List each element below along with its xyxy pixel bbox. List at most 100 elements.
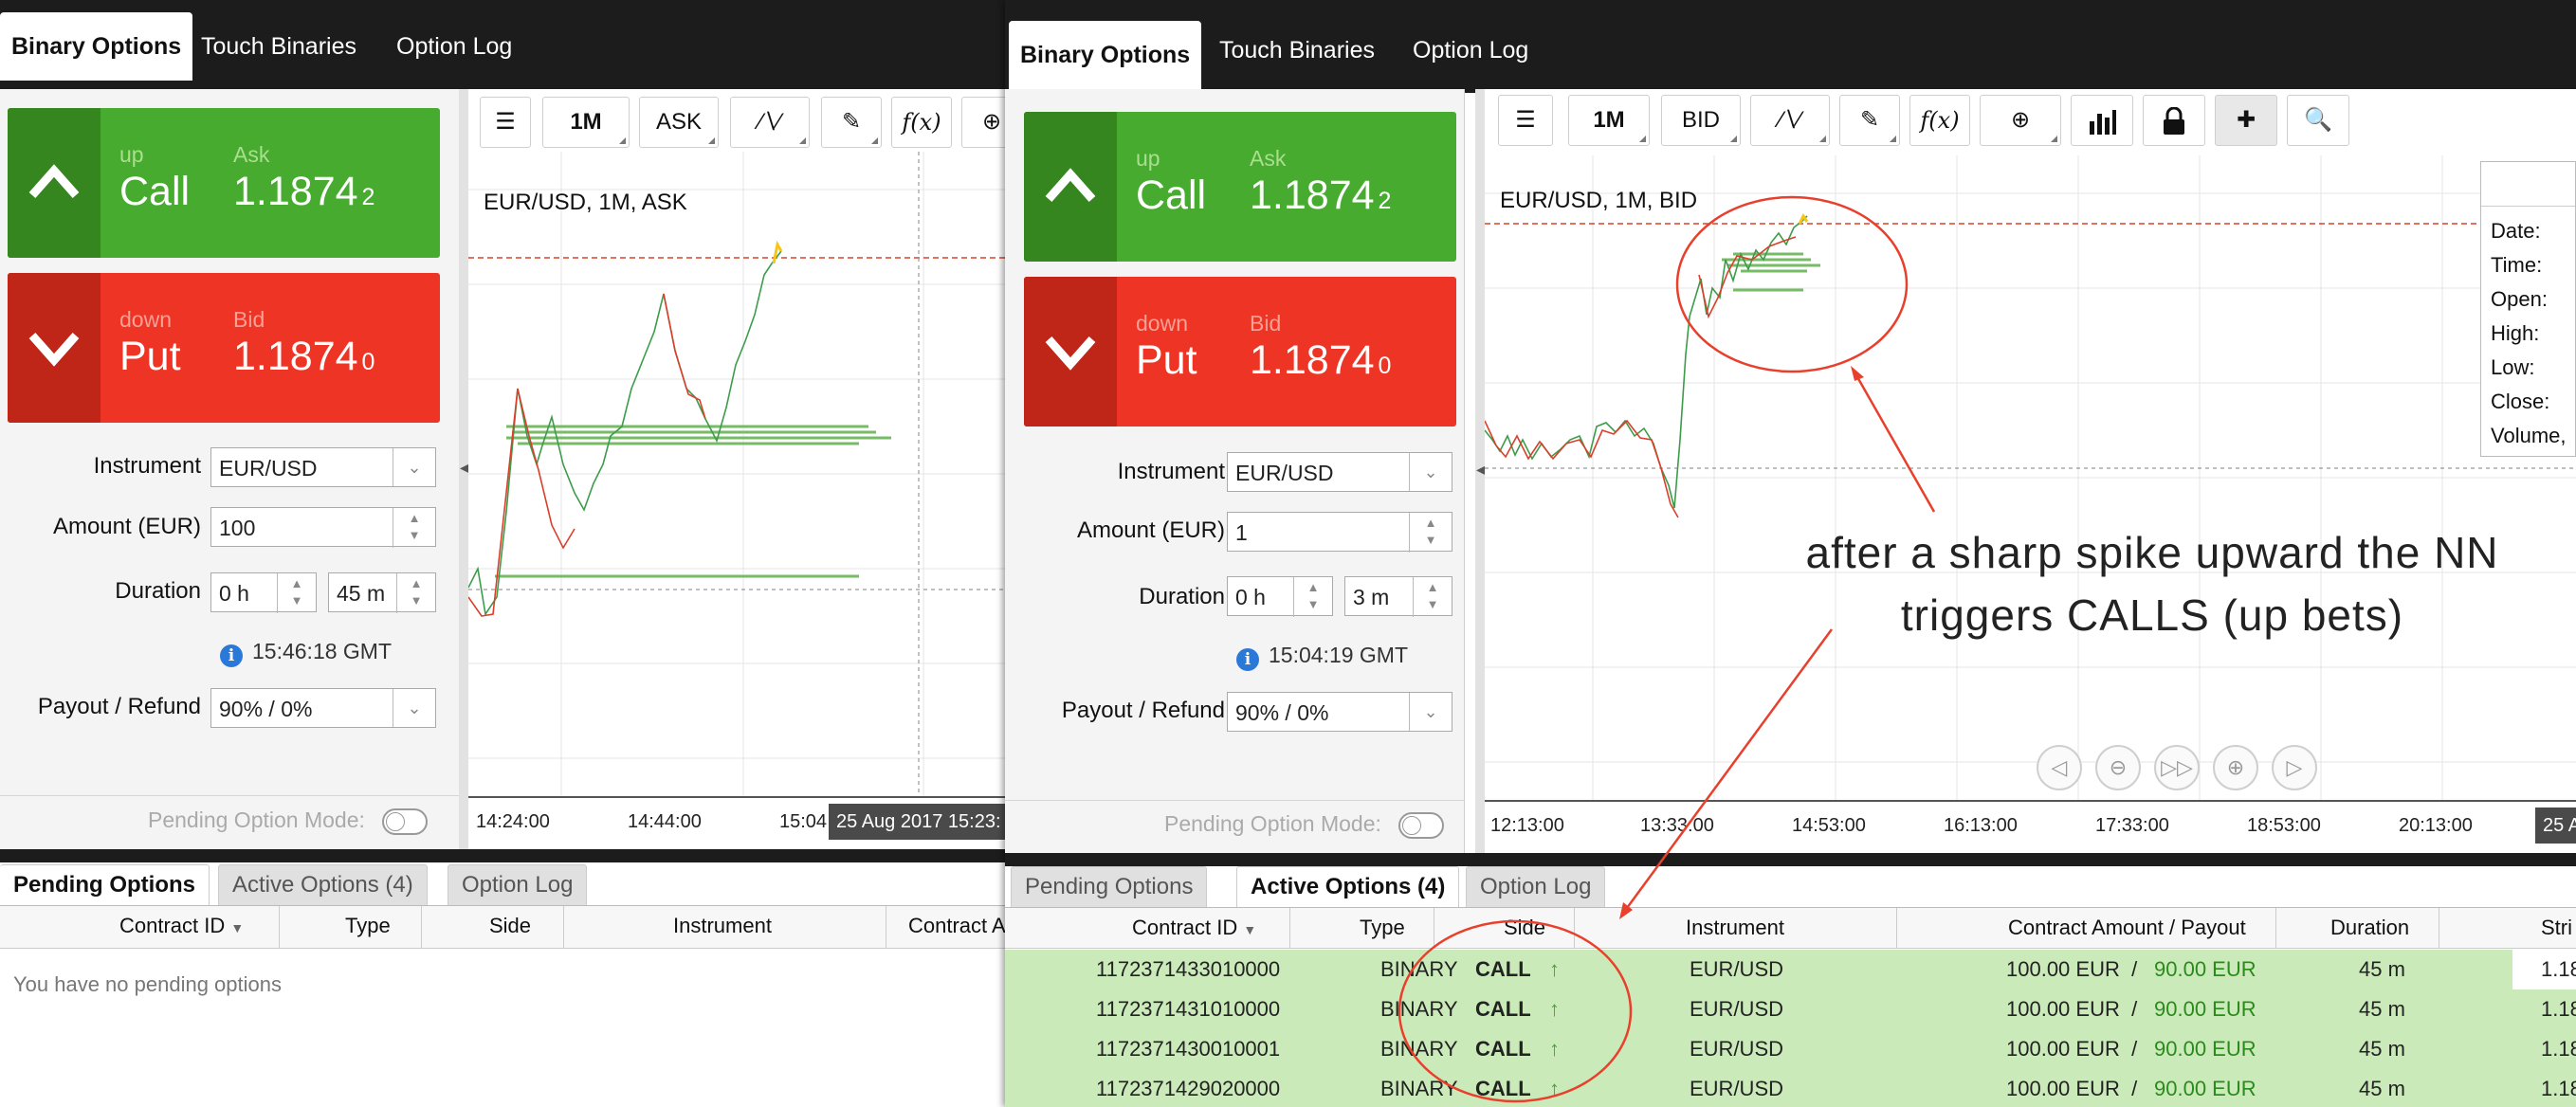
col-contract-id[interactable]: Contract ID ▼ <box>1132 908 1256 950</box>
arrow-up-icon: ↑ <box>1549 1037 1560 1061</box>
col-contract-id[interactable]: Contract ID ▼ <box>119 906 244 948</box>
scroll-left-icon[interactable]: ◁ <box>2037 745 2082 790</box>
crosshair-date: 25 Aug 2017 15:23: <box>829 804 1007 840</box>
ask-label: Ask <box>233 142 270 167</box>
tab-touch-binaries[interactable]: Touch Binaries <box>190 12 368 81</box>
price-type-button[interactable]: ASK <box>639 97 719 148</box>
amount-input[interactable]: 100 ▲ ▼ <box>210 507 436 548</box>
tab-touch-binaries[interactable]: Touch Binaries <box>1208 16 1386 84</box>
col-contract-amount[interactable]: Contract A <box>908 906 1006 946</box>
chevron-down-icon <box>1045 336 1096 371</box>
amount-input[interactable]: 1 ▲ ▼ <box>1227 512 1452 553</box>
pencil-icon[interactable]: ✎ <box>821 97 882 148</box>
cell-strike: 1.18 <box>2541 1077 2576 1100</box>
tab-option-log[interactable]: Option Log <box>448 864 588 905</box>
cell-duration: 45 m <box>2359 1077 2405 1100</box>
tab-binary-options[interactable]: Binary Options <box>1009 21 1202 89</box>
function-button[interactable]: f(x) <box>891 97 952 148</box>
empty-message: You have no pending options <box>13 972 282 996</box>
tab-option-log[interactable]: Option Log <box>1401 16 1540 84</box>
minutes-stepper-icon[interactable]: ▲ ▼ <box>1413 577 1452 617</box>
instrument-label: Instrument <box>1117 459 1225 484</box>
cell-strike: 1.18 <box>2541 997 2576 1021</box>
col-instrument[interactable]: Instrument <box>1686 908 1784 948</box>
col-strike[interactable]: Stri <box>2541 908 2572 948</box>
table-row[interactable]: 1172371429020000 BINARY CALL ↑ EUR/USD 100.00… <box>1005 1069 2576 1107</box>
col-type[interactable]: Type <box>1360 908 1405 948</box>
call-button[interactable]: up Call Ask 1.1874 2 <box>1024 112 1456 262</box>
put-button[interactable]: down Put Bid 1.1874 0 <box>1024 277 1456 426</box>
minutes-stepper-icon[interactable]: ▲ ▼ <box>396 573 435 613</box>
bar-chart-icon[interactable] <box>2071 95 2133 146</box>
amount-stepper-icon[interactable]: ▲ ▼ <box>393 508 435 548</box>
call-side <box>1024 112 1117 262</box>
left-trading-window: Binary Options Touch Binaries Option Log… <box>0 0 1007 1107</box>
pending-mode-toggle[interactable] <box>1398 811 1444 839</box>
pending-mode-toggle[interactable] <box>381 808 428 835</box>
payout-select[interactable]: 90% / 0% ⌄ <box>1227 692 1452 732</box>
col-instrument[interactable]: Instrument <box>673 906 772 946</box>
cell-amount-separator: / <box>2126 1077 2144 1100</box>
crosshair-target-icon[interactable]: ⊕ <box>1980 95 2061 146</box>
tab-option-log[interactable]: Option Log <box>1466 866 1606 907</box>
table-row[interactable]: 1172371433010000 BINARY CALL ↑ EUR/USD 100.00… <box>1005 950 2576 990</box>
function-button[interactable]: f(x) <box>1909 95 1970 146</box>
price-type-button[interactable]: BID <box>1661 95 1741 146</box>
tab-option-log[interactable]: Option Log <box>385 12 523 81</box>
instrument-select[interactable]: EUR/USD ⌄ <box>1227 452 1452 492</box>
cell-type: BINARY <box>1380 957 1458 981</box>
menu-icon[interactable]: ☰ <box>480 97 531 148</box>
cell-instrument: EUR/USD <box>1690 1077 1784 1100</box>
zoom-in-icon[interactable]: ⊕ <box>2213 745 2258 790</box>
put-button[interactable]: down Put Bid 1.1874 0 <box>8 273 440 423</box>
crosshair-target-icon[interactable]: ⊕ <box>961 97 1007 148</box>
instrument-select[interactable]: EUR/USD ⌄ <box>210 447 436 487</box>
interval-button[interactable]: 1M <box>1568 95 1650 146</box>
amount-stepper-icon[interactable]: ▲ ▼ <box>1409 513 1452 553</box>
lock-icon[interactable] <box>2143 95 2205 146</box>
col-type[interactable]: Type <box>345 906 391 946</box>
price-chart <box>1485 155 2576 800</box>
scroll-right-icon[interactable]: ▷ <box>2272 745 2317 790</box>
col-contract-amount[interactable]: Contract Amount / Payout <box>2008 908 2246 948</box>
crosshair-icon[interactable]: ✚ <box>2215 95 2277 146</box>
menu-icon[interactable]: ☰ <box>1498 95 1553 146</box>
panel-splitter[interactable]: ◀ <box>1475 89 1487 853</box>
col-side[interactable]: Side <box>489 906 531 946</box>
hours-stepper-icon[interactable]: ▲ ▼ <box>1293 577 1332 617</box>
tab-pending-options[interactable]: Pending Options <box>1011 866 1208 907</box>
crosshair-date: 25 A <box>2535 808 2576 844</box>
zoom-out-icon[interactable]: ⊖ <box>2095 745 2141 790</box>
col-duration[interactable]: Duration <box>2330 908 2409 948</box>
duration-minutes-input[interactable]: 3 m ▲ ▼ <box>1344 576 1452 617</box>
table-row[interactable]: 1172371430010001 BINARY CALL ↑ EUR/USD 100.00… <box>1005 1029 2576 1070</box>
chart-title: EUR/USD, 1M, ASK <box>484 190 687 215</box>
duration-hours-input[interactable]: 0 h ▲ ▼ <box>210 572 317 613</box>
line-style-icon[interactable]: ⁄∖⁄ <box>730 97 810 148</box>
call-direction: up <box>1136 146 1160 171</box>
tab-binary-options[interactable]: Binary Options <box>0 12 193 81</box>
cell-instrument: EUR/USD <box>1690 997 1784 1021</box>
x-tick-label: 14:24:00 <box>476 811 550 832</box>
call-direction: up <box>119 142 144 167</box>
table-row[interactable]: 1172371431010000 BINARY CALL ↑ EUR/USD 100.00… <box>1005 989 2576 1030</box>
payout-select[interactable]: 90% / 0% ⌄ <box>210 688 436 728</box>
line-style-icon[interactable]: ⁄∖⁄ <box>1750 95 1830 146</box>
interval-button[interactable]: 1M <box>542 97 630 148</box>
call-button[interactable]: up Call Ask 1.1874 2 <box>8 108 440 258</box>
hours-stepper-icon[interactable]: ▲ ▼ <box>277 573 316 613</box>
cell-amount-separator: / <box>2126 957 2144 981</box>
reset-view-icon[interactable]: ▷▷ <box>2154 745 2200 790</box>
bid-label: Bid <box>233 307 265 332</box>
chart-area: ☰ 1M BID ⁄∖⁄ ✎ f(x) ⊕ ✚ 🔍 EUR/USD, 1M, B… <box>1485 89 2576 853</box>
cell-contract-id: 1172371429020000 <box>1096 1077 1281 1100</box>
pencil-icon[interactable]: ✎ <box>1839 95 1900 146</box>
tab-active-options[interactable]: Active Options (4) <box>218 864 428 905</box>
zoom-chart-icon[interactable]: 🔍 <box>2287 95 2349 146</box>
panel-splitter[interactable]: ◀ <box>459 89 470 849</box>
tab-active-options[interactable]: Active Options (4) <box>1236 866 1460 907</box>
tab-pending-options[interactable]: Pending Options <box>0 864 210 905</box>
duration-hours-input[interactable]: 0 h ▲ ▼ <box>1227 576 1333 617</box>
col-side[interactable]: Side <box>1504 908 1545 948</box>
duration-minutes-input[interactable]: 45 m ▲ ▼ <box>328 572 436 613</box>
